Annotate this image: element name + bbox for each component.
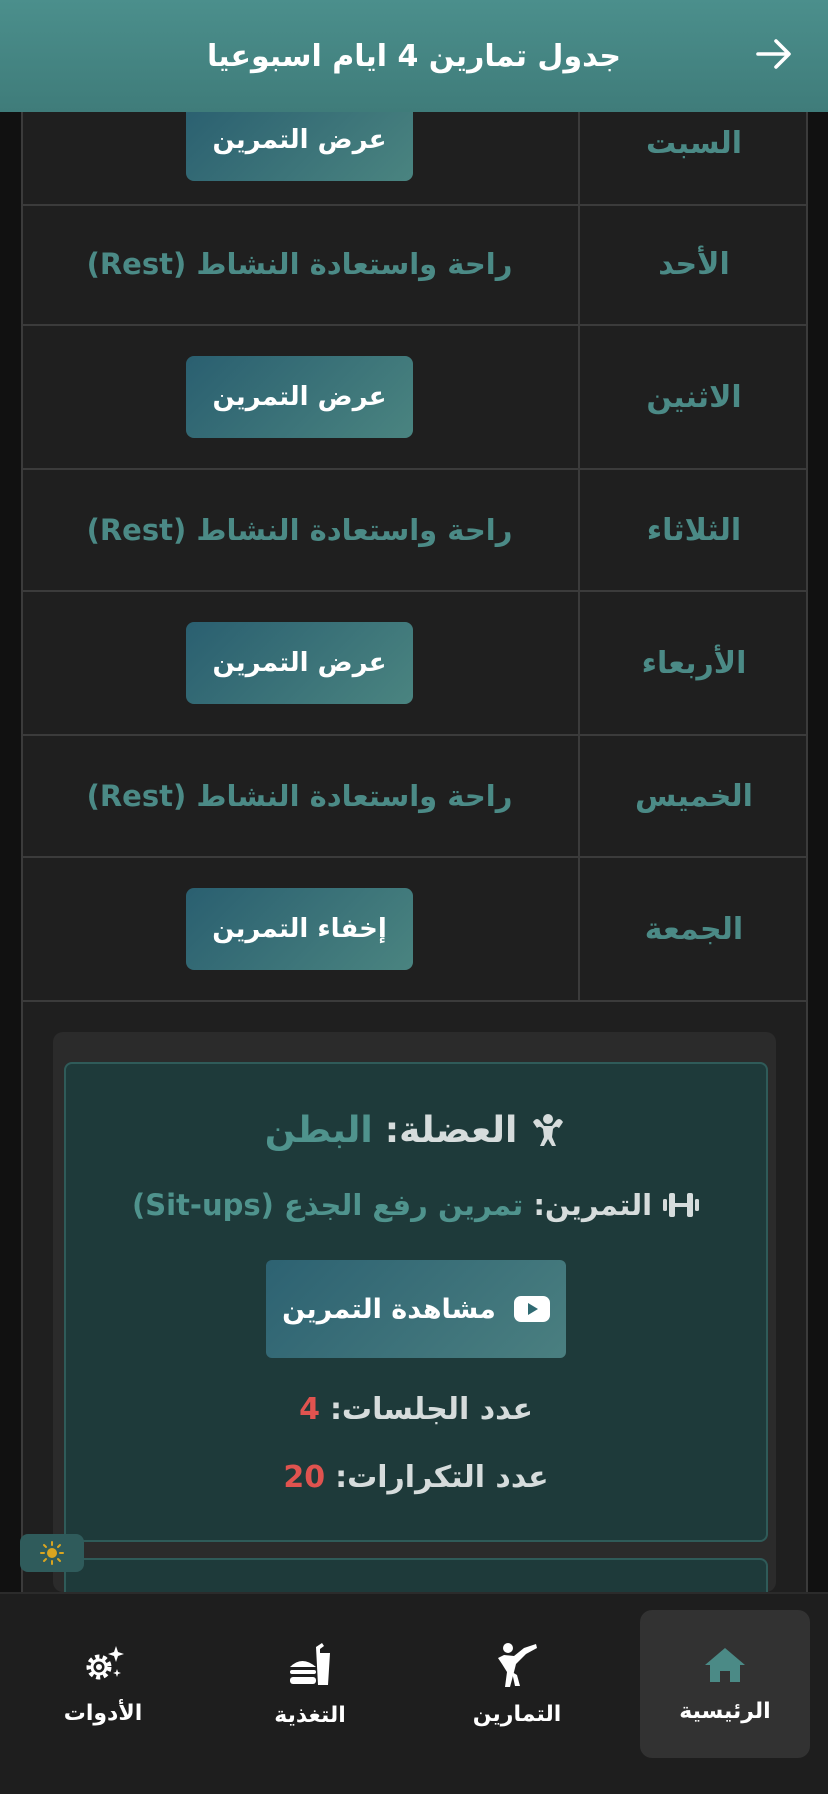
table-row: الاثنين عرض التمرين: [21, 326, 808, 470]
arrow-right-icon[interactable]: [754, 34, 794, 74]
nav-tools[interactable]: الأدوات: [18, 1610, 188, 1758]
nav-home[interactable]: الرئيسية: [640, 1610, 810, 1758]
day-label: الأحد: [658, 246, 730, 282]
nav-nutrition-label: التغذية: [274, 1702, 346, 1728]
table-row: الجمعة إخفاء التمرين: [21, 858, 808, 1002]
exercise-value: تمرين رفع الجذع (Sit-ups): [131, 1188, 524, 1222]
exercise-label: التمرين:: [533, 1188, 653, 1222]
rest-text: راحة واستعادة النشاط (Rest): [86, 247, 513, 281]
sets-label: عدد الجلسات:: [329, 1392, 533, 1427]
rest-text: راحة واستعادة النشاط (Rest): [86, 779, 513, 813]
sets-line: عدد الجلسات: 4: [66, 1392, 766, 1427]
reps-value: 20: [283, 1460, 326, 1495]
nav-workouts-label: التمارين: [472, 1701, 562, 1727]
sets-value: 4: [299, 1392, 320, 1427]
muscle-icon: [533, 1113, 564, 1146]
reps-label: عدد التكرارات:: [335, 1460, 549, 1495]
muscle-value: البطن: [264, 1110, 373, 1151]
day-label: الأربعاء: [641, 645, 747, 681]
view-workout-button[interactable]: عرض التمرين: [186, 622, 413, 704]
sun-icon: [40, 1541, 64, 1565]
watch-exercise-button[interactable]: مشاهدة التمرين: [266, 1260, 566, 1358]
muscle-label: العضلة:: [384, 1110, 518, 1151]
table-row: الثلاثاء راحة واستعادة النشاط (Rest): [21, 470, 808, 592]
table-row: الأحد راحة واستعادة النشاط (Rest): [21, 204, 808, 326]
rest-text: راحة واستعادة النشاط (Rest): [86, 513, 513, 547]
exercise-line: التمرين: تمرين رفع الجذع (Sit-ups): [66, 1188, 766, 1222]
table-row: الأربعاء عرض التمرين: [21, 592, 808, 736]
hide-workout-button[interactable]: إخفاء التمرين: [186, 888, 413, 970]
exercise-card: العضلة: البطن التمرين: تمرين رفع الجذع (…: [64, 1062, 768, 1542]
bottom-navigation: الأدوات التغذية التمارين الرئيسية: [0, 1592, 828, 1794]
nav-home-label: الرئيسية: [679, 1698, 771, 1724]
gear-sparkle-icon: [86, 1645, 124, 1679]
home-icon: [705, 1647, 745, 1682]
day-label: الجمعة: [644, 911, 744, 947]
app-header: جدول تمارين 4 ايام اسبوعيا: [0, 0, 828, 112]
nav-workouts[interactable]: التمارين: [432, 1610, 602, 1758]
reps-line: عدد التكرارات: 20: [66, 1460, 766, 1495]
page-title: جدول تمارين 4 ايام اسبوعيا: [206, 38, 622, 74]
burger-drink-icon: [290, 1642, 330, 1685]
martial-arts-icon: [498, 1642, 537, 1687]
theme-toggle[interactable]: [20, 1534, 84, 1572]
nav-nutrition[interactable]: التغذية: [225, 1610, 395, 1758]
youtube-icon: [513, 1296, 550, 1322]
view-workout-button[interactable]: عرض التمرين: [186, 356, 413, 438]
table-row: الخميس راحة واستعادة النشاط (Rest): [21, 736, 808, 858]
dumbbell-icon: [663, 1193, 700, 1217]
day-label: الاثنين: [646, 379, 742, 415]
nav-tools-label: الأدوات: [63, 1700, 143, 1726]
day-label: الخميس: [635, 778, 753, 814]
watch-exercise-label: مشاهدة التمرين: [282, 1293, 496, 1325]
muscle-line: العضلة: البطن: [66, 1110, 766, 1151]
day-label: الثلاثاء: [646, 512, 742, 548]
